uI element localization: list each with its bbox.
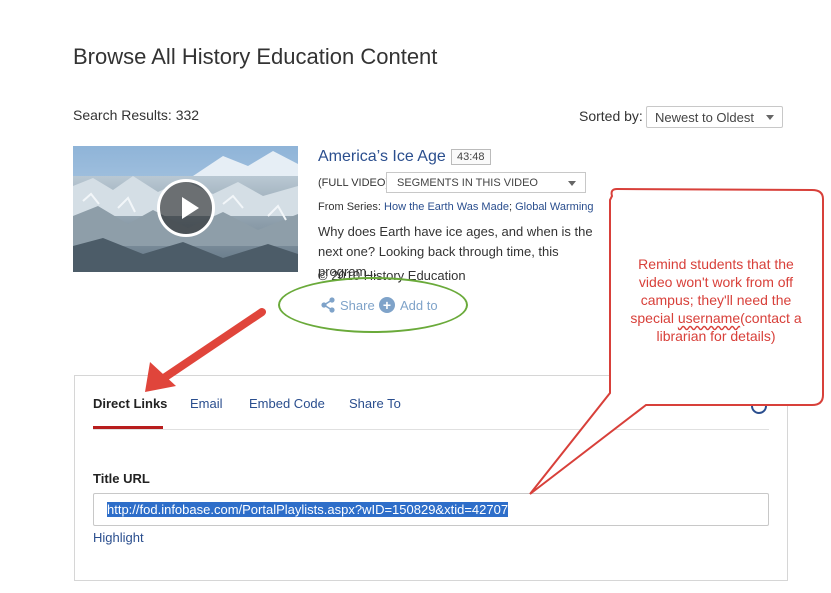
page-title: Browse All History Education Content (73, 44, 438, 69)
callout-text: Remind students that the video won't wor… (620, 255, 812, 345)
search-results-count: Search Results: 332 (73, 107, 200, 123)
series-prefix: From Series: (318, 201, 381, 213)
annotation-ellipse (278, 277, 468, 333)
sort-label: Sorted by: (579, 108, 643, 124)
tab-embed-code[interactable]: Embed Code (249, 396, 325, 411)
share-panel (74, 375, 788, 581)
chevron-down-icon (766, 115, 774, 120)
callout-squiggle-word: username (677, 310, 741, 326)
tab-divider (93, 429, 769, 430)
series-link-earth[interactable]: How the Earth Was Made (384, 201, 509, 213)
series-line: From Series: How the Earth Was Made; Glo… (318, 201, 594, 213)
tab-email[interactable]: Email (190, 396, 223, 411)
title-url-field[interactable]: http://fod.infobase.com/PortalPlaylists.… (93, 493, 769, 526)
arrow-shaft (154, 308, 266, 386)
help-icon[interactable] (751, 398, 767, 414)
title-url-label: Title URL (93, 471, 150, 486)
segments-selected-value: SEGMENTS IN THIS VIDEO (397, 177, 538, 189)
sort-selected-value: Newest to Oldest (655, 110, 754, 125)
video-thumbnail[interactable] (73, 146, 298, 272)
tab-share-to[interactable]: Share To (349, 396, 401, 411)
duration-badge: 43:48 (451, 149, 491, 165)
video-title-link[interactable]: America’s Ice Age (318, 148, 446, 166)
highlight-link[interactable]: Highlight (93, 530, 144, 545)
chevron-down-icon (568, 181, 576, 186)
title-url-value: http://fod.infobase.com/PortalPlaylists.… (107, 502, 509, 517)
full-video-label[interactable]: (FULL VIDEO) (318, 177, 389, 189)
segments-dropdown[interactable]: SEGMENTS IN THIS VIDEO (386, 172, 586, 193)
play-icon[interactable] (157, 179, 215, 237)
tab-direct-links[interactable]: Direct Links (93, 396, 167, 411)
series-link-warming[interactable]: Global Warming (515, 201, 593, 213)
sort-dropdown[interactable]: Newest to Oldest (646, 106, 783, 128)
